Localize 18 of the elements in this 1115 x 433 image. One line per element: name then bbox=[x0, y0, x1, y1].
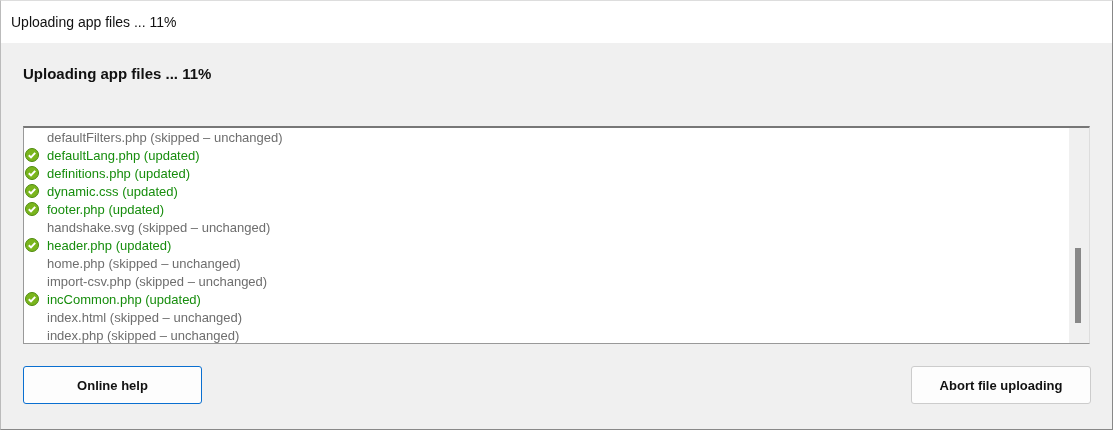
file-log-entry: header.php (updated) bbox=[47, 237, 172, 253]
file-log-entry: home.php (skipped – unchanged) bbox=[47, 255, 241, 271]
file-log-entry: defaultFilters.php (skipped – unchanged) bbox=[47, 129, 283, 145]
file-log-entry: dynamic.css (updated) bbox=[47, 183, 178, 199]
file-log-entry: index.php (skipped – unchanged) bbox=[47, 327, 240, 343]
file-log-entry: definitions.php (updated) bbox=[47, 165, 191, 181]
file-log-entry: defaultLang.php (updated) bbox=[47, 147, 200, 163]
file-log-entry: import-csv.php (skipped – unchanged) bbox=[47, 273, 268, 289]
file-log-entry: incCommon.php (updated) bbox=[47, 291, 201, 307]
file-log-entry: footer.php (updated) bbox=[47, 201, 165, 217]
scrollbar[interactable] bbox=[1069, 128, 1089, 343]
file-log-entry: handshake.svg (skipped – unchanged) bbox=[47, 219, 271, 235]
dialog-heading: Uploading app files ... 11% bbox=[23, 65, 213, 84]
online-help-button[interactable]: Online help bbox=[23, 366, 202, 404]
abort-button[interactable]: Abort file uploading bbox=[911, 366, 1091, 404]
window-title: Uploading app files ... 11% bbox=[11, 14, 177, 30]
file-log-entry: index.html (skipped – unchanged) bbox=[47, 309, 243, 325]
scrollbar-thumb[interactable] bbox=[1075, 248, 1081, 323]
